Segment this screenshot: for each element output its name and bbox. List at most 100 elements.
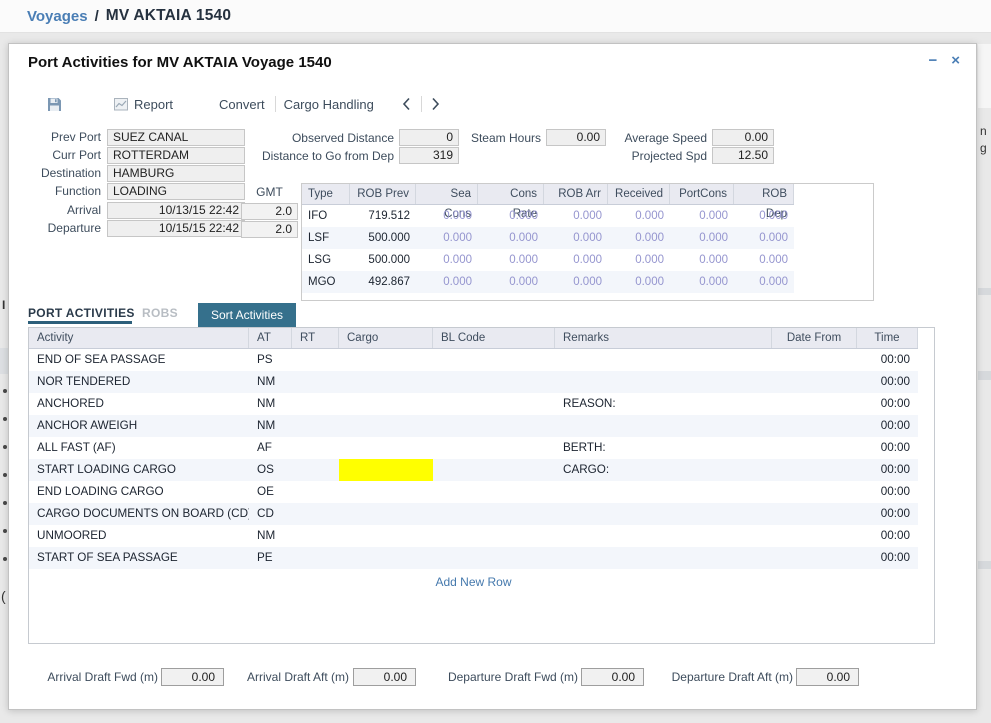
time-cell[interactable]: 00:00 <box>857 437 918 459</box>
rob-prev-cell[interactable]: 500.000 <box>350 249 416 271</box>
date-from-cell[interactable] <box>772 547 857 569</box>
time-cell[interactable]: 00:00 <box>857 393 918 415</box>
bl-code-cell[interactable] <box>433 525 555 547</box>
rob-value-cell[interactable]: 0.000 <box>416 249 478 271</box>
report-button[interactable]: Report <box>114 97 173 112</box>
previous-button[interactable] <box>402 97 411 111</box>
observed-distance-field[interactable]: 0 <box>399 129 459 146</box>
time-cell[interactable]: 00:00 <box>857 481 918 503</box>
remarks-cell[interactable] <box>555 415 772 437</box>
tab-port-activities[interactable]: PORT ACTIVITIES <box>28 306 135 320</box>
rob-value-cell[interactable]: 0.000 <box>544 205 608 227</box>
bl-code-cell[interactable] <box>433 503 555 525</box>
rob-value-cell[interactable]: 0.000 <box>478 227 544 249</box>
bl-code-cell[interactable] <box>433 415 555 437</box>
date-from-cell[interactable] <box>772 393 857 415</box>
steam-hours-field[interactable]: 0.00 <box>546 129 606 146</box>
rob-value-cell[interactable]: 0.000 <box>608 249 670 271</box>
rob-value-cell[interactable]: 0.000 <box>416 205 478 227</box>
cargo-cell[interactable] <box>339 525 433 547</box>
distance-to-go-field[interactable]: 319 <box>399 147 459 164</box>
time-cell[interactable]: 00:00 <box>857 371 918 393</box>
time-cell[interactable]: 00:00 <box>857 547 918 569</box>
rob-value-cell[interactable]: 0.000 <box>544 249 608 271</box>
rob-value-cell[interactable]: 0.000 <box>478 205 544 227</box>
prev-port-field[interactable]: SUEZ CANAL <box>107 129 245 146</box>
rob-value-cell[interactable]: 0.000 <box>478 271 544 293</box>
remarks-cell[interactable]: REASON: <box>555 393 772 415</box>
arrival-gmt-field[interactable]: 2.0 <box>241 203 298 220</box>
cargo-cell[interactable] <box>339 393 433 415</box>
rt-cell[interactable] <box>292 371 339 393</box>
add-new-row-link[interactable]: Add New Row <box>29 575 918 589</box>
function-field[interactable]: LOADING <box>107 183 245 200</box>
time-cell[interactable]: 00:00 <box>857 459 918 481</box>
remarks-cell[interactable] <box>555 481 772 503</box>
next-button[interactable] <box>431 97 440 111</box>
date-from-cell[interactable] <box>772 525 857 547</box>
rob-value-cell[interactable]: 0.000 <box>734 249 794 271</box>
rob-prev-cell[interactable]: 719.512 <box>350 205 416 227</box>
rob-value-cell[interactable]: 0.000 <box>544 271 608 293</box>
bl-code-cell[interactable] <box>433 459 555 481</box>
remarks-cell[interactable] <box>555 349 772 371</box>
remarks-cell[interactable]: CARGO: <box>555 459 772 481</box>
departure-draft-aft-field[interactable]: 0.00 <box>796 668 859 686</box>
cargo-cell[interactable] <box>339 349 433 371</box>
rob-value-cell[interactable]: 0.000 <box>544 227 608 249</box>
rob-value-cell[interactable]: 0.000 <box>670 249 734 271</box>
arrival-field[interactable]: 10/13/15 22:42 <box>107 202 245 219</box>
rob-value-cell[interactable]: 0.000 <box>608 205 670 227</box>
remarks-cell[interactable] <box>555 547 772 569</box>
cargo-cell[interactable] <box>339 415 433 437</box>
remarks-cell[interactable] <box>555 371 772 393</box>
time-cell[interactable]: 00:00 <box>857 349 918 371</box>
date-from-cell[interactable] <box>772 371 857 393</box>
date-from-cell[interactable] <box>772 349 857 371</box>
sort-activities-button[interactable]: Sort Activities <box>198 303 296 327</box>
bl-code-cell[interactable] <box>433 547 555 569</box>
date-from-cell[interactable] <box>772 503 857 525</box>
tab-robs[interactable]: ROBS <box>142 306 178 320</box>
rob-value-cell[interactable]: 0.000 <box>670 227 734 249</box>
projected-speed-field[interactable]: 12.50 <box>712 147 774 164</box>
rob-value-cell[interactable]: 0.000 <box>416 271 478 293</box>
rob-value-cell[interactable]: 0.000 <box>670 205 734 227</box>
rt-cell[interactable] <box>292 525 339 547</box>
rt-cell[interactable] <box>292 481 339 503</box>
rt-cell[interactable] <box>292 437 339 459</box>
cargo-cell[interactable] <box>339 371 433 393</box>
time-cell[interactable]: 00:00 <box>857 503 918 525</box>
rt-cell[interactable] <box>292 547 339 569</box>
departure-field[interactable]: 10/15/15 22:42 <box>107 220 245 237</box>
cargo-handling-button[interactable]: Cargo Handling <box>284 97 374 112</box>
cargo-highlight-cell[interactable] <box>339 459 433 481</box>
date-from-cell[interactable] <box>772 459 857 481</box>
rob-value-cell[interactable]: 0.000 <box>416 227 478 249</box>
rob-value-cell[interactable]: 0.000 <box>608 271 670 293</box>
time-cell[interactable]: 00:00 <box>857 525 918 547</box>
departure-draft-fwd-field[interactable]: 0.00 <box>581 668 644 686</box>
bl-code-cell[interactable] <box>433 393 555 415</box>
rt-cell[interactable] <box>292 459 339 481</box>
close-icon[interactable]: × <box>951 54 960 68</box>
cargo-cell[interactable] <box>339 481 433 503</box>
minimize-icon[interactable]: − <box>928 54 937 68</box>
bl-code-cell[interactable] <box>433 437 555 459</box>
rt-cell[interactable] <box>292 503 339 525</box>
rob-value-cell[interactable]: 0.000 <box>734 205 794 227</box>
breadcrumb-voyages-link[interactable]: Voyages <box>27 8 88 25</box>
rob-value-cell[interactable]: 0.000 <box>670 271 734 293</box>
cargo-cell[interactable] <box>339 503 433 525</box>
cargo-cell[interactable] <box>339 437 433 459</box>
bl-code-cell[interactable] <box>433 371 555 393</box>
rob-value-cell[interactable]: 0.000 <box>478 249 544 271</box>
bl-code-cell[interactable] <box>433 349 555 371</box>
save-button[interactable] <box>47 97 62 112</box>
rob-value-cell[interactable]: 0.000 <box>608 227 670 249</box>
date-from-cell[interactable] <box>772 437 857 459</box>
bl-code-cell[interactable] <box>433 481 555 503</box>
date-from-cell[interactable] <box>772 415 857 437</box>
date-from-cell[interactable] <box>772 481 857 503</box>
arrival-draft-aft-field[interactable]: 0.00 <box>353 668 416 686</box>
